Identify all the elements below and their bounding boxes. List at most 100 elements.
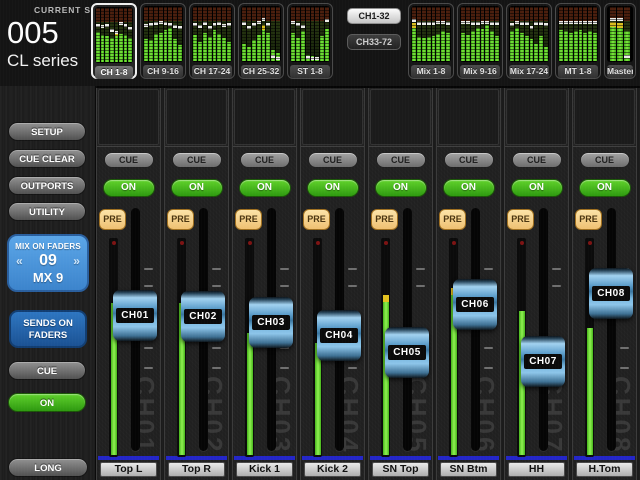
- fader-scale-tick: [144, 367, 153, 369]
- pre-badge[interactable]: PRE: [371, 209, 398, 230]
- cue-button-ch05[interactable]: CUE: [376, 152, 426, 168]
- on-button-ch06[interactable]: ON: [443, 179, 495, 197]
- on-button-ch05[interactable]: ON: [375, 179, 427, 197]
- meter-block-label: CH 17-24: [192, 65, 232, 78]
- cue-button-ch03[interactable]: CUE: [240, 152, 290, 168]
- channel-meter: [449, 238, 458, 457]
- mix-on-faders-selector[interactable]: MIX ON FADERS « 09 » MX 9: [7, 234, 89, 292]
- encoder-panel[interactable]: [98, 89, 159, 145]
- pre-badge[interactable]: PRE: [575, 209, 602, 230]
- cue-clear-button[interactable]: CUE CLEAR: [8, 149, 86, 168]
- meter-bar: [476, 7, 480, 61]
- pre-badge[interactable]: PRE: [167, 209, 194, 230]
- fader-cap-ch07[interactable]: CH07: [521, 336, 565, 387]
- channel-name-box[interactable]: H.Tom: [576, 462, 633, 477]
- meter-bar: [520, 7, 524, 61]
- on-button-ch07[interactable]: ON: [511, 179, 563, 197]
- meter-block-mt-1-8[interactable]: MT 1-8: [555, 3, 601, 79]
- pre-badge[interactable]: PRE: [235, 209, 262, 230]
- cue-button-ch08[interactable]: CUE: [580, 152, 630, 168]
- on-button-ch04[interactable]: ON: [307, 179, 359, 197]
- channel-name-box[interactable]: Kick 2: [304, 462, 361, 477]
- meter-block-ch-1-8[interactable]: CH 1-8: [91, 3, 137, 79]
- fader-track[interactable]: [539, 208, 548, 451]
- meter-bars: [95, 7, 133, 63]
- cue-button-ch04[interactable]: CUE: [308, 152, 358, 168]
- meter-bars: [509, 6, 549, 62]
- channel-color-bar: [506, 456, 567, 460]
- cue-button-ch06[interactable]: CUE: [444, 152, 494, 168]
- on-button-ch02[interactable]: ON: [171, 179, 223, 197]
- channel-color-bar: [438, 456, 499, 460]
- cue-button-ch07[interactable]: CUE: [512, 152, 562, 168]
- long-faders-button[interactable]: LONG FADERS: [8, 458, 88, 477]
- fader-cap-ch06[interactable]: CH06: [453, 279, 497, 330]
- channel-name-box[interactable]: Top L: [100, 462, 157, 477]
- utility-button[interactable]: UTILITY: [8, 202, 86, 221]
- led-segments-overlay: [193, 7, 197, 61]
- fader-cap-ch01[interactable]: CH01: [113, 290, 157, 341]
- on-button-ch08[interactable]: ON: [579, 179, 631, 197]
- meter-block-mix-17-24[interactable]: Mix 17-24: [506, 3, 552, 79]
- meter-bar: [579, 7, 583, 61]
- meter-block-st-1-8[interactable]: ST 1-8: [287, 3, 333, 79]
- pre-badge[interactable]: PRE: [507, 209, 534, 230]
- encoder-panel[interactable]: [302, 89, 363, 145]
- sidebar-on-button[interactable]: ON: [8, 393, 86, 412]
- sends-on-faders-button[interactable]: SENDS ON FADERS: [9, 310, 87, 348]
- pre-badge[interactable]: PRE: [439, 209, 466, 230]
- outports-button[interactable]: OUTPORTS: [8, 176, 86, 195]
- channel-name-box[interactable]: Top R: [168, 462, 225, 477]
- led-segments-overlay: [534, 7, 538, 61]
- fader-cap-ch03[interactable]: CH03: [249, 297, 293, 348]
- setup-button[interactable]: SETUP: [8, 122, 86, 141]
- channel-name-box[interactable]: SN Btm: [440, 462, 497, 477]
- strip-divider: [437, 146, 500, 147]
- meter-bar: [296, 7, 300, 61]
- channel-name-box[interactable]: SN Top: [372, 462, 429, 477]
- meter-bar: [242, 7, 246, 61]
- prev-mix-icon[interactable]: «: [16, 254, 23, 268]
- bank-button-ch1-32[interactable]: CH1-32: [347, 8, 401, 24]
- fader-track[interactable]: [607, 208, 616, 451]
- encoder-panel[interactable]: [506, 89, 567, 145]
- meter-bar: [593, 7, 597, 61]
- meter-block-ch-17-24[interactable]: CH 17-24: [189, 3, 235, 79]
- pre-badge[interactable]: PRE: [99, 209, 126, 230]
- meter-block-label: Mix 1-8: [411, 65, 451, 78]
- pre-badge[interactable]: PRE: [303, 209, 330, 230]
- encoder-panel[interactable]: [438, 89, 499, 145]
- encoder-panel[interactable]: [166, 89, 227, 145]
- channel-name-box[interactable]: Kick 1: [236, 462, 293, 477]
- encoder-panel[interactable]: [574, 89, 635, 145]
- cue-button-ch02[interactable]: CUE: [172, 152, 222, 168]
- on-button-ch01[interactable]: ON: [103, 179, 155, 197]
- meter-block-master[interactable]: Master: [604, 3, 636, 79]
- sidebar-cue-button[interactable]: CUE: [8, 361, 86, 380]
- fader-cap-ch02[interactable]: CH02: [181, 291, 225, 342]
- bank-button-ch33-72[interactable]: CH33-72: [347, 34, 401, 50]
- meter-bar: [222, 7, 226, 61]
- meter-bar: [301, 7, 305, 61]
- encoder-panel[interactable]: [234, 89, 295, 145]
- fader-cap-ch08[interactable]: CH08: [589, 268, 633, 319]
- encoder-panel[interactable]: [370, 89, 431, 145]
- meter-block-ch-25-32[interactable]: CH 25-32: [238, 3, 284, 79]
- next-mix-icon[interactable]: »: [73, 254, 80, 268]
- fader-cap-ch05[interactable]: CH05: [385, 327, 429, 378]
- meter-block-mix-1-8[interactable]: Mix 1-8: [408, 3, 454, 79]
- led-segments-overlay: [412, 7, 416, 61]
- led-segments-overlay: [242, 7, 246, 61]
- on-button-ch03[interactable]: ON: [239, 179, 291, 197]
- fader-cap-ch04[interactable]: CH04: [317, 310, 361, 361]
- strip-divider: [233, 146, 296, 147]
- meter-bar: [515, 7, 519, 61]
- led-segments-overlay: [320, 7, 324, 61]
- meter-block-mix-9-16[interactable]: Mix 9-16: [457, 3, 503, 79]
- channel-name-box[interactable]: HH: [508, 462, 565, 477]
- meter-bar: [115, 8, 119, 62]
- cue-button-ch01[interactable]: CUE: [104, 152, 154, 168]
- fader-scale-tick: [144, 268, 153, 270]
- led-segments-overlay: [178, 7, 182, 61]
- meter-block-ch-9-16[interactable]: CH 9-16: [140, 3, 186, 79]
